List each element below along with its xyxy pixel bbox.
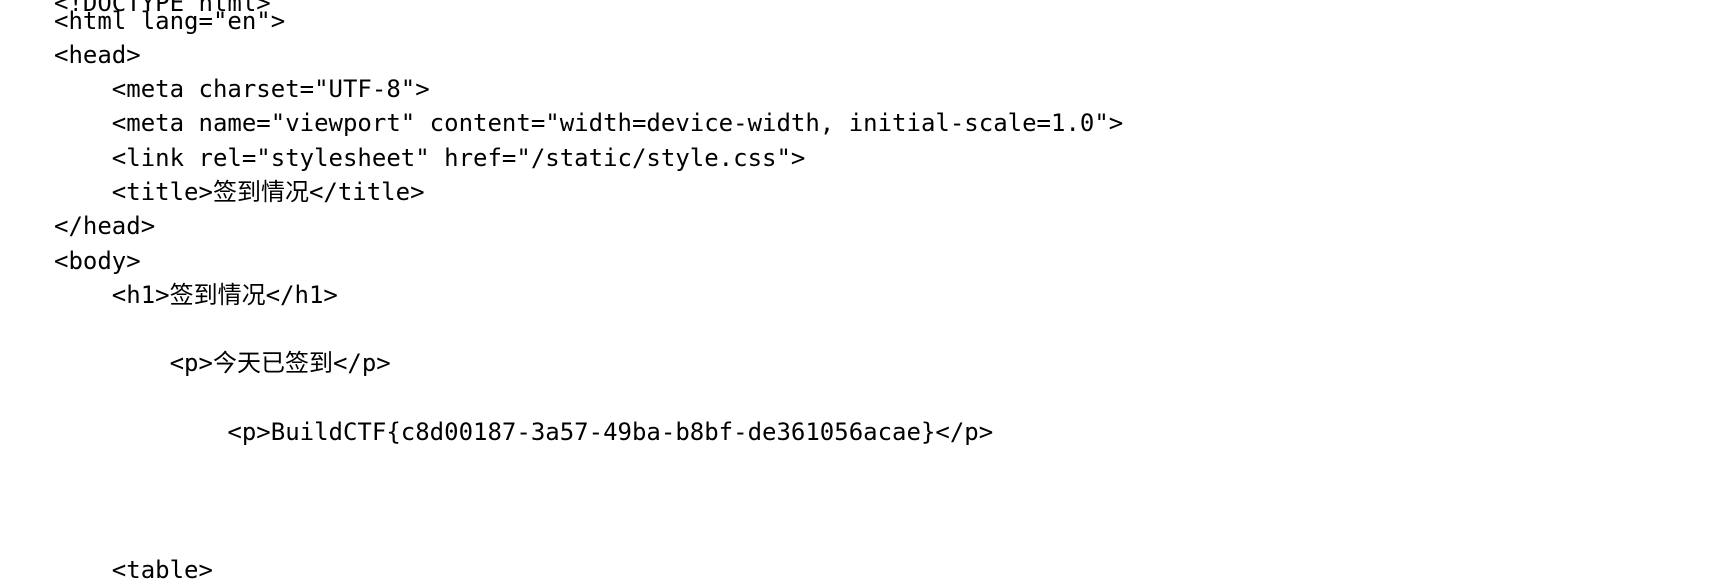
- source-line-table-open: <table>: [54, 556, 213, 580]
- source-line-signed-in-paragraph: <p>今天已签到</p>: [54, 349, 391, 377]
- source-line-html-open: <html lang="en">: [54, 7, 286, 35]
- source-line-meta-charset: <meta charset="UTF-8">: [54, 75, 430, 103]
- source-line-head-open: <head>: [54, 41, 141, 69]
- html-source-view: <!DOCTYPE html> <html lang="en"> <head> …: [0, 0, 1716, 580]
- source-line-body-open: <body>: [54, 247, 141, 275]
- source-line-title: <title>签到情况</title>: [54, 178, 425, 206]
- source-line-stylesheet-link: <link rel="stylesheet" href="/static/sty…: [54, 144, 806, 172]
- source-line-flag-paragraph: <p>BuildCTF{c8d00187-3a57-49ba-b8bf-de36…: [54, 418, 994, 446]
- source-line-meta-viewport: <meta name="viewport" content="width=dev…: [54, 109, 1124, 137]
- source-line-h1: <h1>签到情况</h1>: [54, 281, 338, 309]
- source-line-head-close: </head>: [54, 212, 156, 240]
